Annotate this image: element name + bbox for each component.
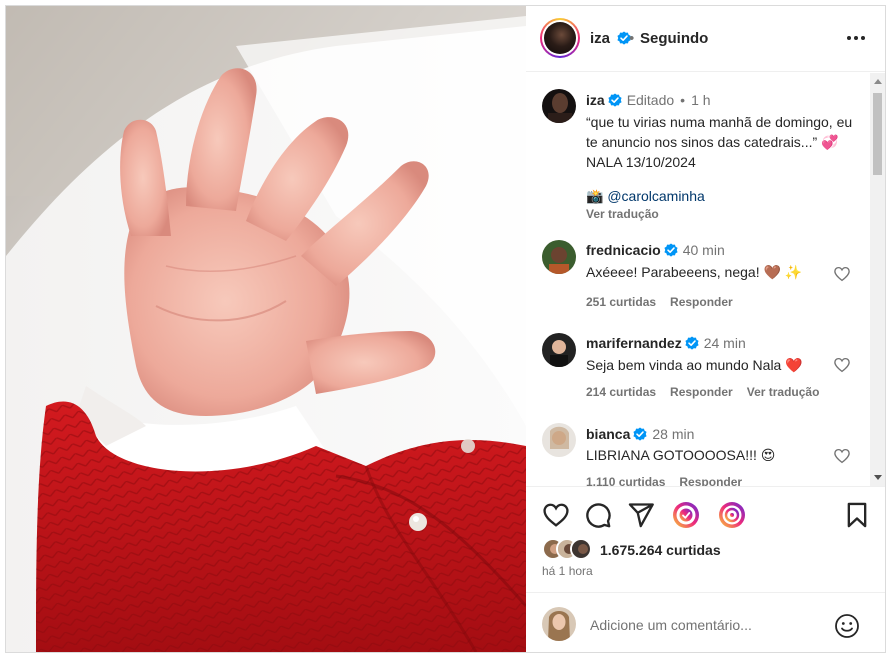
post-side-panel: iza • Seguindo iza Editado • 1 h “que tu… bbox=[526, 6, 885, 652]
caption-text: “que tu virias numa manhã de domingo, eu… bbox=[586, 114, 853, 170]
more-options-icon[interactable] bbox=[844, 28, 868, 48]
comment-icon[interactable] bbox=[584, 501, 612, 529]
baby-hand-image bbox=[6, 6, 526, 652]
caption-header: iza Editado • 1 h bbox=[586, 92, 711, 108]
comment-like-heart-icon[interactable] bbox=[833, 265, 851, 283]
author-avatar[interactable] bbox=[540, 18, 580, 58]
comment-like-heart-icon[interactable] bbox=[833, 447, 851, 465]
comment-header: frednicacio 40 min bbox=[586, 242, 725, 258]
verified-badge-icon bbox=[633, 427, 647, 441]
comment-avatar[interactable] bbox=[542, 240, 576, 274]
scroll-up-arrow-icon[interactable] bbox=[874, 79, 882, 84]
comments-list[interactable]: iza Editado • 1 h “que tu virias numa manhã… bbox=[526, 73, 885, 486]
caption-edited: Editado bbox=[626, 92, 675, 108]
see-translation-button[interactable]: Ver tradução bbox=[586, 207, 659, 221]
post-actions: 1.675.264 curtidas há 1 hora bbox=[526, 486, 885, 591]
caption-author-avatar[interactable] bbox=[542, 89, 576, 123]
photo-credit-link[interactable]: 📸 @carolcaminha bbox=[586, 188, 705, 205]
comment-header: bianca 28 min bbox=[586, 426, 694, 442]
comment-text: Seja bem vinda ao mundo Nala ❤️ bbox=[586, 357, 803, 373]
post-timestamp[interactable]: há 1 hora bbox=[542, 564, 593, 578]
bookmark-icon[interactable] bbox=[843, 501, 871, 529]
comment-meta: 1.110 curtidas Responder bbox=[586, 475, 756, 486]
author-username-text[interactable]: iza bbox=[590, 30, 610, 47]
post-modal: iza • Seguindo iza Editado • 1 h “que tu… bbox=[5, 5, 886, 653]
following-button[interactable]: Seguindo bbox=[640, 30, 708, 47]
author-username[interactable]: iza bbox=[590, 30, 631, 47]
comment-likes[interactable]: 1.110 curtidas bbox=[586, 475, 665, 486]
comment-username[interactable]: bianca bbox=[586, 426, 630, 442]
comment-meta: 214 curtidas Responder Ver tradução bbox=[586, 385, 833, 399]
comment-time[interactable]: 40 min bbox=[683, 242, 725, 258]
likes-count[interactable]: 1.675.264 curtidas bbox=[600, 542, 721, 558]
comment-avatar[interactable] bbox=[542, 333, 576, 367]
comment-input[interactable] bbox=[590, 615, 820, 635]
comment-text: Axéeee! Parabeeens, nega! 🤎 ✨ bbox=[586, 264, 803, 280]
heart-icon[interactable] bbox=[542, 501, 570, 529]
comment-username[interactable]: frednicacio bbox=[586, 242, 661, 258]
post-photo[interactable] bbox=[6, 6, 526, 652]
current-user-avatar bbox=[542, 607, 576, 641]
verified-badge-icon bbox=[685, 336, 699, 350]
scroll-down-arrow-icon[interactable] bbox=[874, 475, 882, 480]
comment-likes[interactable]: 214 curtidas bbox=[586, 385, 656, 399]
comment-time[interactable]: 24 min bbox=[704, 335, 746, 351]
comment-time[interactable]: 28 min bbox=[652, 426, 694, 442]
scrollbar-thumb[interactable] bbox=[873, 93, 882, 175]
comment-header: marifernandez 24 min bbox=[586, 335, 746, 351]
comment-meta: 251 curtidas Responder bbox=[586, 295, 747, 309]
comment-reply-button[interactable]: Responder bbox=[670, 385, 733, 399]
emoji-icon[interactable] bbox=[834, 613, 860, 639]
add-comment-bar bbox=[526, 592, 885, 652]
comment-text: LIBRIANA GOTOOOOSA!!! 😍 bbox=[586, 447, 776, 463]
remix-icon[interactable] bbox=[718, 501, 746, 529]
comments-scrollbar[interactable] bbox=[870, 73, 885, 486]
verified-badge-icon bbox=[608, 93, 622, 107]
share-icon[interactable] bbox=[627, 501, 655, 529]
comment-avatar[interactable] bbox=[542, 423, 576, 457]
caption-time[interactable]: 1 h bbox=[691, 92, 710, 108]
repost-icon[interactable] bbox=[672, 501, 700, 529]
caption-dot: • bbox=[680, 92, 686, 108]
liker-avatar bbox=[570, 538, 592, 560]
comment-like-heart-icon[interactable] bbox=[833, 356, 851, 374]
header-separator: • bbox=[629, 30, 635, 47]
verified-badge-icon bbox=[664, 243, 678, 257]
comment-reply-button[interactable]: Responder bbox=[679, 475, 742, 486]
comment-reply-button[interactable]: Responder bbox=[670, 295, 733, 309]
comment-translate-button[interactable]: Ver tradução bbox=[747, 385, 820, 399]
comment-username[interactable]: marifernandez bbox=[586, 335, 682, 351]
post-header: iza • Seguindo bbox=[526, 6, 885, 72]
comment-likes[interactable]: 251 curtidas bbox=[586, 295, 656, 309]
caption-username[interactable]: iza bbox=[586, 92, 605, 108]
